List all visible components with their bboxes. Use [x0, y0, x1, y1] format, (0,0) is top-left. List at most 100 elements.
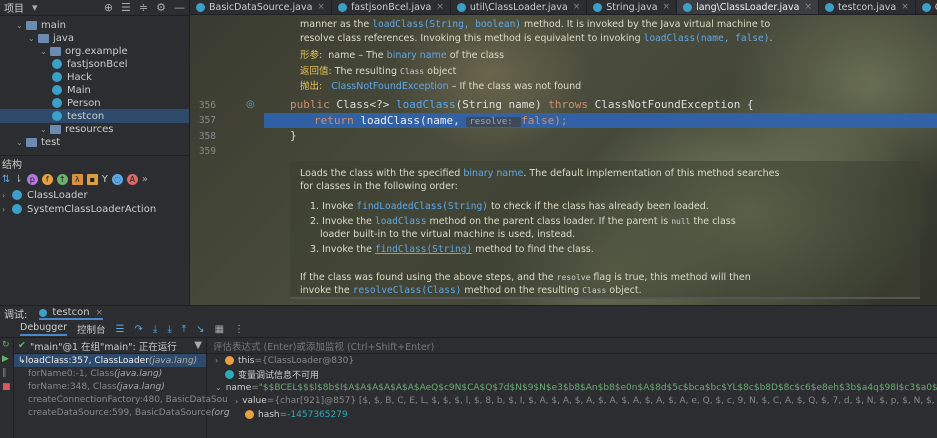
chevron-down-icon[interactable]: ⌄ [28, 34, 38, 43]
resolveclass-link[interactable]: resolveClass(Class) [353, 285, 462, 296]
tree-folder[interactable]: ⌄ java [0, 31, 74, 45]
chevron-icon[interactable]: ⌄ [215, 383, 222, 392]
close-icon[interactable]: × [317, 2, 325, 12]
close-icon[interactable]: × [663, 2, 671, 12]
tree-class[interactable]: testcon [0, 109, 189, 123]
binary-name-link[interactable]: binary name [463, 168, 523, 179]
exception-link[interactable]: ClassNotFoundException [331, 81, 448, 92]
lambda-icon[interactable]: λ [71, 173, 83, 185]
stack-frame[interactable]: ↳ loadClass:357, ClassLoader (java.lang) [14, 354, 206, 367]
stack-frame[interactable]: forName:348, Class (java.lang) [14, 380, 206, 393]
editor-tab[interactable]: Class.java× [916, 0, 937, 14]
tree-class[interactable]: Hack [0, 70, 92, 84]
class-icon [52, 72, 62, 82]
editor-tab[interactable]: BasicDataSource.java × [190, 0, 332, 14]
tab-console[interactable]: 控制台 [77, 322, 106, 336]
findloadedclass-link[interactable]: findLoadedClass(String) [356, 201, 488, 212]
code-line-357[interactable]: return loadClass(name, resolve: false); [314, 114, 567, 127]
tab-debugger[interactable]: Debugger [20, 322, 68, 336]
evaluate-input[interactable]: 评估表达式 (Enter)或添加监视 (Ctrl+Shift+Enter) [207, 338, 937, 354]
tree-folder[interactable]: ⌄ resources [0, 122, 113, 136]
step-into-icon[interactable]: ⤓ [153, 324, 157, 335]
close-icon[interactable]: × [804, 2, 812, 12]
tree-class[interactable]: Main [0, 83, 91, 97]
variable-row[interactable]: ⌄ name = "$$BCEL$$$l$8b$I$A$A$A$A$A$A$AeQ… [207, 381, 937, 395]
anonymous-class-icon[interactable]: A [126, 173, 138, 185]
close-icon[interactable]: × [436, 2, 444, 12]
tree-folder[interactable]: ⌄ test [0, 135, 60, 149]
rerun-icon[interactable]: ↻ [0, 338, 13, 352]
collapse-all-icon[interactable]: ≑ [139, 1, 148, 14]
editor-tab[interactable]: util\ClassLoader.java × [451, 0, 588, 14]
tree-class[interactable]: Person [0, 96, 101, 110]
javadoc-list-item: loader built-in to the virtual machine i… [320, 229, 576, 240]
folder-icon [50, 124, 61, 134]
force-step-into-icon[interactable]: ⤓ [167, 324, 171, 335]
pause-icon[interactable]: ‖ [0, 366, 13, 380]
binary-name-link[interactable]: binary name [387, 50, 447, 61]
structure-item[interactable]: › ClassLoader [0, 188, 189, 202]
show-execution-point-icon[interactable]: ☰ [116, 324, 125, 335]
findclass-link[interactable]: findClass(String) [375, 244, 472, 255]
anonymous-icon[interactable]: ▪ [86, 173, 98, 185]
debug-config-tab[interactable]: testcon × [39, 307, 104, 320]
minimize-icon[interactable]: — [174, 1, 185, 14]
variable-row[interactable]: hash = -1457365279 [207, 408, 937, 422]
evaluate-icon[interactable]: ▦ [215, 324, 224, 335]
tree-class[interactable]: fastjsonBcel [0, 57, 128, 71]
chevron-down-icon[interactable]: ⌄ [40, 47, 50, 56]
variables-panel: 评估表达式 (Enter)或添加监视 (Ctrl+Shift+Enter) › t… [207, 338, 937, 438]
tree-folder[interactable]: ⌄ main [0, 18, 66, 32]
filter-icon[interactable]: Y [102, 174, 108, 185]
code-editor[interactable]: 356 357 358 359 ◎ manner as the loadClas… [190, 15, 937, 305]
gear-icon[interactable]: ⚙ [156, 1, 166, 14]
sort-alpha-icon[interactable]: ⇂ [14, 174, 22, 185]
more-icon[interactable]: » [142, 174, 148, 185]
field-icon[interactable]: f [41, 173, 53, 185]
stack-frame[interactable]: forName0:-1, Class (java.lang) [14, 367, 206, 380]
structure-item[interactable]: › SystemClassLoaderAction [0, 202, 189, 216]
step-over-icon[interactable]: ↷ [135, 324, 143, 335]
property-icon[interactable]: p [26, 173, 38, 185]
tab-label: String.java [606, 1, 658, 13]
close-icon[interactable]: × [573, 2, 581, 12]
step-out-icon[interactable]: ⤒ [182, 324, 186, 335]
editor-tab[interactable]: String.java × [587, 0, 678, 14]
more-icon[interactable]: ⋮ [234, 324, 244, 335]
chevron-icon[interactable]: › [235, 397, 238, 406]
thread-selector[interactable]: ✔ "main"@1 在组"main": 正在运行 ▼ [14, 338, 206, 354]
sort-icon[interactable]: ⇅ [2, 174, 10, 185]
editor-tab[interactable]: fastjsonBcel.java × [332, 0, 451, 14]
javadoc-line: If the class was found using the above s… [300, 272, 751, 283]
chevron-down-icon[interactable]: ⌄ [16, 138, 26, 147]
variable-row[interactable]: 变量调试信息不可用 [207, 368, 937, 382]
close-icon[interactable]: × [901, 2, 909, 12]
variable-row[interactable]: › value = {char[921]@857} [$, $, B, C, E,… [207, 395, 937, 409]
chevron-down-icon[interactable]: ▾ [32, 1, 38, 14]
override-icon[interactable]: ◎ [246, 99, 255, 110]
stack-frame[interactable]: createDataSource:599, BasicDataSource (o… [14, 406, 230, 419]
chevron-icon[interactable]: › [215, 356, 225, 365]
resume-icon[interactable]: ▶ [0, 352, 13, 366]
code-line-356[interactable]: public Class<?> loadClass(String name) t… [290, 98, 754, 111]
editor-tab[interactable]: lang\ClassLoader.java × [677, 0, 819, 14]
expand-all-icon[interactable]: ☰ [121, 1, 131, 14]
code-line-358[interactable]: } [290, 129, 297, 142]
filter-icon[interactable]: ▼ [194, 340, 202, 351]
project-title[interactable]: 项目 [4, 0, 24, 15]
editor-tab[interactable]: testcon.java × [819, 0, 916, 14]
locate-icon[interactable]: ⊕ [104, 1, 113, 14]
run-to-cursor-icon[interactable]: ↘ [196, 324, 204, 335]
non-public-icon[interactable]: ◌ [111, 173, 123, 185]
variable-row[interactable]: › this = {ClassLoader@830} [207, 354, 937, 368]
javadoc-line: invoke the resolveClass(Class) method on… [300, 285, 642, 296]
close-icon[interactable]: × [96, 308, 104, 318]
line-number: 356 [198, 100, 216, 111]
stop-icon[interactable]: ■ [0, 380, 13, 394]
class-icon [593, 2, 603, 12]
stack-frame[interactable]: createConnectionFactory:480, BasicDataSo… [14, 393, 228, 406]
tree-folder[interactable]: ⌄ org.example [0, 44, 128, 58]
chevron-down-icon[interactable]: ⌄ [16, 21, 26, 30]
chevron-down-icon[interactable]: ⌄ [40, 125, 50, 134]
inherited-icon[interactable]: ↑ [56, 173, 68, 185]
